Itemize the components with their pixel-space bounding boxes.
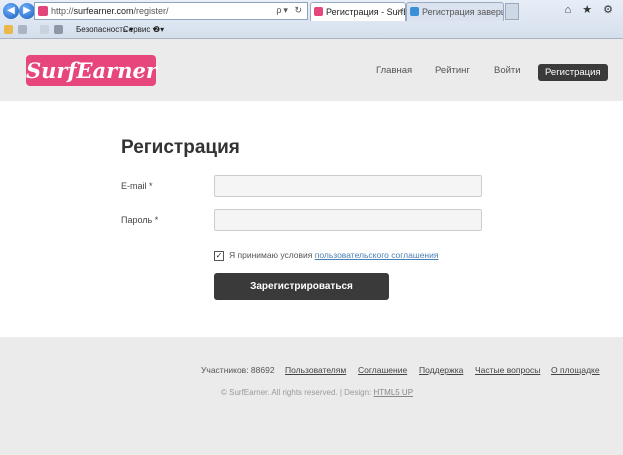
site-footer: Участников: 88692 Пользователям Соглашен…	[0, 337, 623, 455]
forward-button[interactable]: ▶	[19, 3, 35, 19]
design-link[interactable]: HTML5 UP	[373, 388, 413, 397]
tab-registration[interactable]: Регистрация - SurfEarner ×	[310, 2, 406, 21]
window-icons[interactable]: ⌂ ★ ⚙	[565, 3, 617, 16]
favorites-icon[interactable]	[4, 25, 13, 35]
email-field[interactable]	[214, 175, 482, 197]
tab-label: Регистрация - SurfEarner	[326, 7, 405, 17]
service-menu[interactable]: Сервис ▾	[123, 25, 157, 34]
nav-home[interactable]: Главная	[376, 65, 412, 76]
nav-register[interactable]: Регистрация	[538, 64, 608, 81]
mail-icon[interactable]	[40, 25, 49, 35]
print-icon[interactable]	[54, 25, 63, 35]
feeds-icon[interactable]	[18, 25, 27, 35]
footer-link-agreement[interactable]: Соглашение	[358, 365, 407, 375]
nav-rating[interactable]: Рейтинг	[435, 65, 470, 76]
address-bar[interactable]: http://surfearner.com/register/ ρ▾ ↻	[34, 2, 308, 20]
password-field[interactable]	[214, 209, 482, 231]
site-logo[interactable]: SurfEarner	[26, 55, 157, 86]
copyright: © SurfEarner. All rights reserved. | Des…	[221, 388, 414, 397]
footer-link-faq[interactable]: Частые вопросы	[475, 365, 540, 375]
page-title: Регистрация	[121, 137, 240, 158]
registration-form: Регистрация E-mail * Пароль * ✓ Я приним…	[0, 101, 623, 337]
agree-text: Я принимаю условия пользовательского сог…	[229, 250, 439, 260]
help-menu[interactable]: ❷▾	[153, 25, 164, 34]
users-count: Участников: 88692	[201, 365, 275, 375]
footer-link-users[interactable]: Пользователям	[285, 365, 346, 375]
register-button[interactable]: Зарегистрироваться	[214, 273, 389, 300]
new-tab-button[interactable]	[505, 3, 519, 20]
address-url: http://surfearner.com/register/	[51, 6, 169, 16]
password-label: Пароль *	[121, 215, 159, 225]
tab-favicon-icon	[314, 7, 323, 16]
footer-link-support[interactable]: Поддержка	[419, 365, 463, 375]
footer-link-about[interactable]: О площадке	[551, 365, 600, 375]
command-bar: Безопасность ▾ Сервис ▾ ❷▾	[0, 22, 623, 38]
close-tab-icon[interactable]: ×	[397, 6, 402, 16]
email-label: E-mail *	[121, 181, 153, 191]
address-controls[interactable]: ρ▾ ↻	[276, 5, 304, 16]
ie-tab-icon	[410, 7, 419, 16]
site-favicon-icon	[38, 6, 48, 16]
back-button[interactable]: ◀	[3, 3, 19, 19]
nav-login[interactable]: Войти	[494, 65, 521, 76]
browser-chrome: ◀ ▶ http://surfearner.com/register/ ρ▾ ↻…	[0, 0, 623, 39]
tab-registration-complete[interactable]: Регистрация завершена на S...	[406, 2, 504, 21]
site-header: SurfEarner Главная Рейтинг Войти Регистр…	[0, 39, 623, 101]
tab-label: Регистрация завершена на S...	[422, 7, 503, 17]
agree-checkbox[interactable]: ✓	[214, 251, 224, 261]
terms-link[interactable]: пользовательского соглашения	[315, 250, 439, 260]
